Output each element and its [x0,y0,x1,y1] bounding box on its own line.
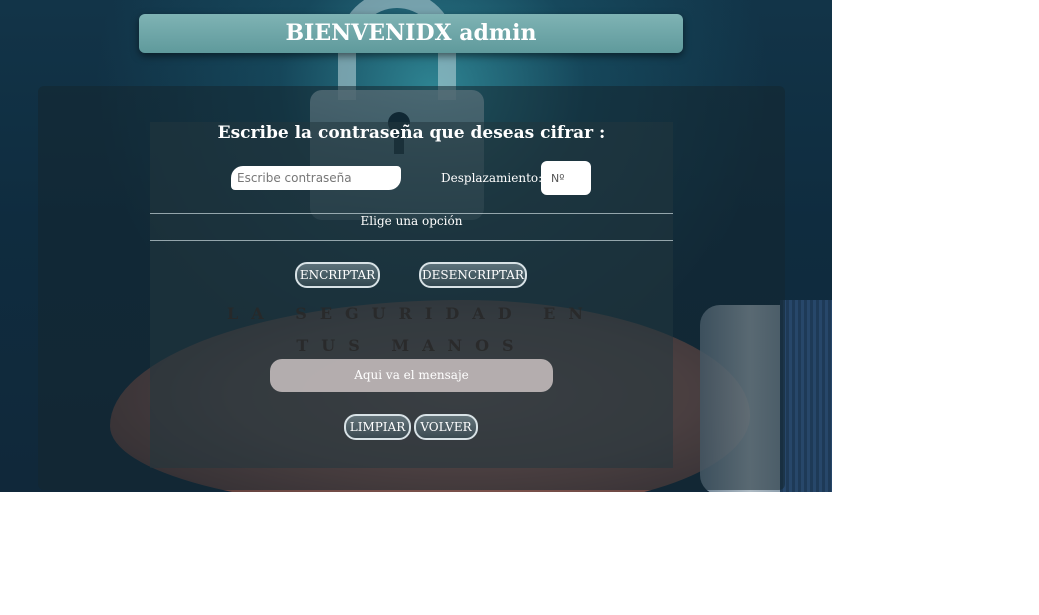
divider-bottom [150,240,673,241]
slogan-line-1: LA SEGURIDAD EN [227,304,596,323]
message-output: Aqui va el mensaje [270,359,553,392]
jacket-sleeve [780,300,832,492]
option-label: Elige una opción [360,214,463,228]
clear-button[interactable]: LIMPIAR [344,414,411,440]
form-panel [150,122,673,468]
password-input[interactable] [231,166,401,190]
form-heading: Escribe la contraseña que deseas cifrar … [217,123,606,143]
slogan-line-2: TUS MANOS [296,336,527,355]
decrypt-button[interactable]: DESENCRIPTAR [419,262,527,288]
back-button[interactable]: VOLVER [414,414,478,440]
shift-input[interactable] [541,161,591,195]
shift-label: Desplazamiento: [441,171,543,185]
welcome-banner: BIENVENIDX admin [139,14,683,53]
encrypt-button[interactable]: ENCRIPTAR [295,262,380,288]
